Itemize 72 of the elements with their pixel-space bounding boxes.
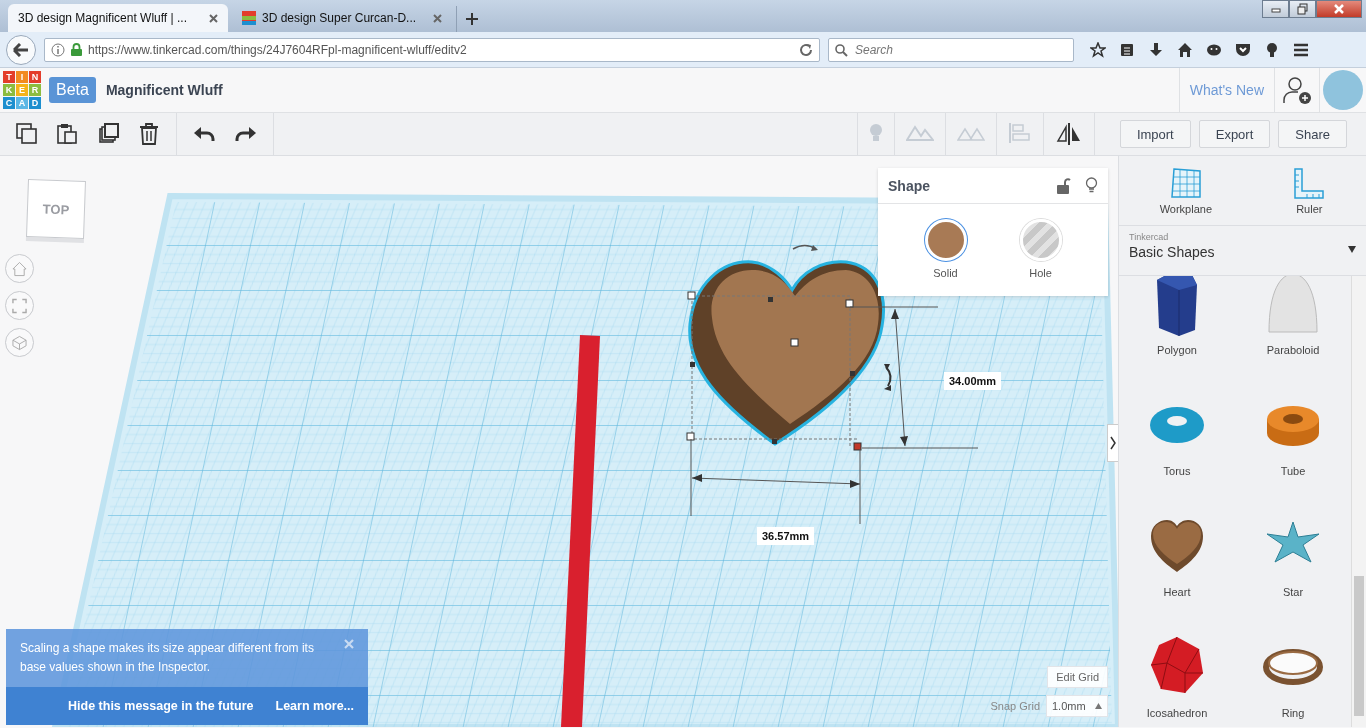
url-text: https://www.tinkercad.com/things/24J7604RFpl-magnificent-wluff/editv2: [88, 42, 468, 57]
lightbulb-icon[interactable]: [1085, 177, 1098, 194]
close-icon[interactable]: [433, 13, 442, 23]
toolbar-button[interactable]: Import: [1119, 120, 1191, 148]
restore-icon[interactable]: [1296, 3, 1309, 15]
browser-tab[interactable]: 3D design Magnificent Wluff | ...: [8, 4, 228, 32]
home-icon[interactable]: [1177, 41, 1193, 58]
lightbulb-icon[interactable]: [1264, 41, 1280, 58]
reading-list-icon[interactable]: [1119, 41, 1135, 58]
workplane-tool[interactable]: Workplane: [1153, 165, 1219, 216]
back-arrow-icon: [13, 42, 29, 57]
shape-library-item[interactable]: Paraboloid: [1235, 276, 1351, 391]
inspector-title: Shape: [888, 177, 931, 194]
browser-tab[interactable]: 3D design Super Curcan-D...: [232, 4, 452, 32]
box-shape[interactable]: [561, 335, 600, 727]
shape-library-item[interactable]: Ring: [1235, 633, 1351, 727]
toolbar-button[interactable]: Share: [1278, 120, 1347, 148]
ruler-icon: [1293, 166, 1326, 199]
address-bar[interactable]: https://www.tinkercad.com/things/24J7604RFpl-magnificent-wluff/editv2: [44, 37, 820, 62]
shape-library-item[interactable]: Star: [1235, 512, 1351, 633]
unlocked-padlock-icon[interactable]: [1057, 177, 1071, 194]
scrollbar-thumb[interactable]: [1354, 576, 1364, 716]
undo-icon[interactable]: [193, 126, 215, 142]
back-button[interactable]: [6, 34, 36, 65]
trash-icon[interactable]: [139, 123, 160, 145]
download-icon[interactable]: [1148, 41, 1164, 58]
padlock-icon: [71, 43, 82, 56]
grid-plane-icon: [1169, 166, 1202, 199]
shape-library-item[interactable]: Icosahedron: [1119, 633, 1235, 727]
caret-icon: [1095, 703, 1102, 709]
snap-grid-label: Snap Grid: [990, 700, 1040, 712]
toolbar-button[interactable]: Export: [1198, 120, 1271, 148]
notification-link[interactable]: Learn more...: [275, 699, 354, 713]
dimension-label[interactable]: 36.57mm: [757, 527, 815, 545]
snap-grid-select[interactable]: 1.0mm: [1046, 695, 1108, 717]
shape-library-item[interactable]: Tube: [1235, 391, 1351, 512]
duplicate-icon[interactable]: [98, 123, 119, 145]
tab-title: 3D design Magnificent Wluff | ...: [18, 11, 188, 25]
app-logo-icon: [242, 11, 256, 25]
panel-toggle-button[interactable]: [1107, 424, 1118, 462]
info-icon: [51, 42, 65, 57]
heart-shape[interactable]: [688, 260, 885, 446]
beta-badge: Beta: [49, 77, 96, 103]
shape-library-item[interactable]: Torus: [1119, 391, 1235, 512]
shape-library-item[interactable]: Polygon: [1119, 276, 1235, 391]
shape-library-item[interactable]: Heart: [1119, 512, 1235, 633]
rotate-arrow-icon[interactable]: [792, 244, 818, 251]
chevron-right-icon: [1110, 436, 1116, 450]
pocket-icon[interactable]: [1235, 41, 1251, 58]
rotate-arrow-icon[interactable]: [884, 364, 892, 391]
tinkercad-logo[interactable]: T I N K E R C A D: [3, 71, 41, 109]
menu-icon[interactable]: [1293, 41, 1309, 58]
add-user-icon[interactable]: [1282, 75, 1312, 105]
notification-message: Scaling a shape makes its size appear different from its base values shown in the Inspector.: [20, 640, 315, 676]
mirror-icon[interactable]: [1054, 123, 1083, 145]
star-icon[interactable]: [1090, 41, 1106, 58]
reload-icon[interactable]: [799, 42, 813, 57]
redo-icon[interactable]: [235, 126, 257, 142]
search-field[interactable]: Search: [828, 37, 1074, 62]
notification-link[interactable]: Hide this message in the future: [68, 699, 254, 713]
shape-category-dropdown[interactable]: Basic Shapes: [1129, 244, 1356, 260]
ruler-tool[interactable]: Ruler: [1287, 165, 1332, 216]
new-tab-icon[interactable]: [465, 13, 478, 25]
library-source-label: Tinkercad: [1129, 232, 1170, 242]
paste-icon[interactable]: [57, 123, 78, 145]
tab-title: 3D design Super Curcan-D...: [262, 11, 418, 25]
dimension-label[interactable]: 34.00mm: [944, 372, 1002, 390]
edit-grid-button[interactable]: Edit Grid: [1047, 666, 1108, 688]
copy-icon[interactable]: [16, 123, 37, 145]
dropdown-caret-icon[interactable]: [1348, 246, 1356, 253]
close-icon[interactable]: [209, 13, 218, 23]
design-title[interactable]: Magnificent Wluff: [105, 82, 1179, 98]
